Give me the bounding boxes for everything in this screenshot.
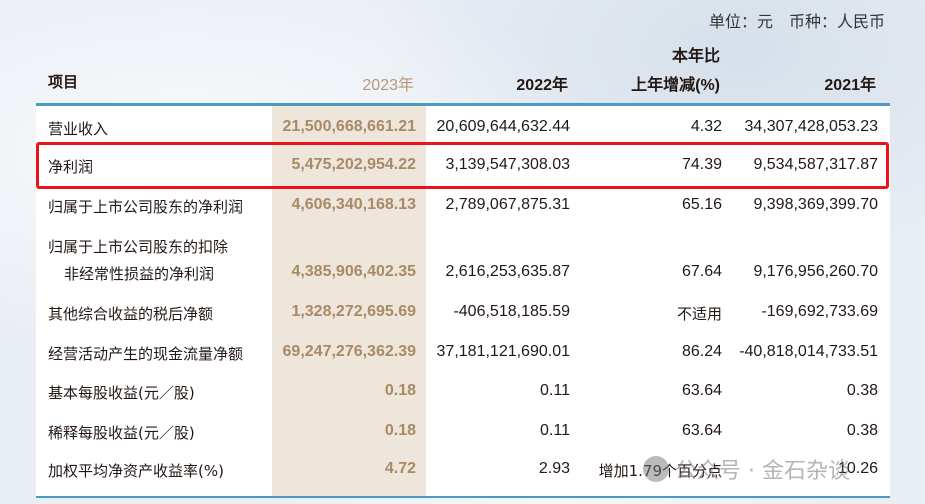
value-change: 67.64 — [681, 263, 722, 280]
row-label: 稀释每股收益(元／股) — [48, 424, 195, 442]
value-change: 4.32 — [690, 118, 722, 135]
row-label: 加权平均净资产收益率(%) — [48, 462, 224, 480]
row-label: 归属于上市公司股东的净利润 — [48, 198, 244, 216]
header-2021: 2021年 — [824, 77, 876, 94]
value-2021: -40,818,014,733.51 — [739, 343, 878, 360]
header-change-line2: 上年增减(%) — [631, 77, 720, 94]
row-label-line2: 非经常性损益的净利润 — [64, 265, 215, 283]
value-2022: 2,789,067,875.31 — [445, 196, 570, 213]
value-change: 86.24 — [681, 343, 722, 360]
header-2023: 2023年 — [362, 77, 414, 94]
value-2023: 0.18 — [384, 422, 416, 439]
highlight-box-net-profit — [36, 142, 889, 189]
header-item: 项目 — [48, 73, 79, 91]
value-2023: 4.72 — [384, 460, 416, 477]
value-2023: 4,385,906,402.35 — [291, 263, 416, 280]
value-2021: 0.38 — [846, 422, 878, 439]
value-2023: 21,500,668,661.21 — [282, 118, 416, 135]
value-2023: 4,606,340,168.13 — [291, 196, 416, 213]
value-2023: 0.18 — [384, 382, 416, 399]
row-label: 归属于上市公司股东的扣除 — [48, 238, 229, 256]
value-change: 63.64 — [681, 382, 722, 399]
row-label: 营业收入 — [48, 120, 109, 138]
value-change: 63.64 — [681, 422, 722, 439]
value-2022: 2.93 — [538, 460, 570, 477]
value-2022: 2,616,253,635.87 — [445, 263, 570, 280]
value-2021: 0.38 — [846, 382, 878, 399]
value-2022: 0.11 — [540, 422, 570, 439]
value-2022: 20,609,644,632.44 — [436, 118, 570, 135]
value-2023: 69,247,276,362.39 — [282, 343, 416, 360]
value-change: 不适用 — [676, 305, 722, 323]
value-2022: 37,181,121,690.01 — [436, 343, 570, 360]
value-2021: 9,398,369,399.70 — [753, 196, 878, 213]
row-label: 其他综合收益的税后净额 — [48, 305, 214, 323]
row-label: 经营活动产生的现金流量净额 — [48, 345, 244, 363]
value-2023: 1,328,272,695.69 — [291, 303, 416, 320]
watermark-text: 公众号 · 金石杂谈 — [675, 459, 850, 484]
header-2022: 2022年 — [516, 77, 568, 94]
row-label: 基本每股收益(元／股) — [48, 384, 195, 402]
value-change: 65.16 — [681, 196, 722, 213]
header-change-line1: 本年比 — [671, 48, 720, 65]
value-2021: 34,307,428,053.23 — [744, 118, 878, 135]
value-2022: -406,518,185.59 — [453, 303, 570, 320]
value-2021: 9,176,956,260.70 — [753, 263, 878, 280]
wechat-icon — [643, 456, 669, 482]
watermark: 公众号 · 金石杂谈 — [643, 453, 850, 485]
value-2021: -169,692,733.69 — [761, 303, 878, 320]
value-2022: 0.11 — [540, 382, 570, 399]
table-header: 项目 2023年 2022年 本年比 上年增减(%) 2021年 — [0, 0, 925, 103]
